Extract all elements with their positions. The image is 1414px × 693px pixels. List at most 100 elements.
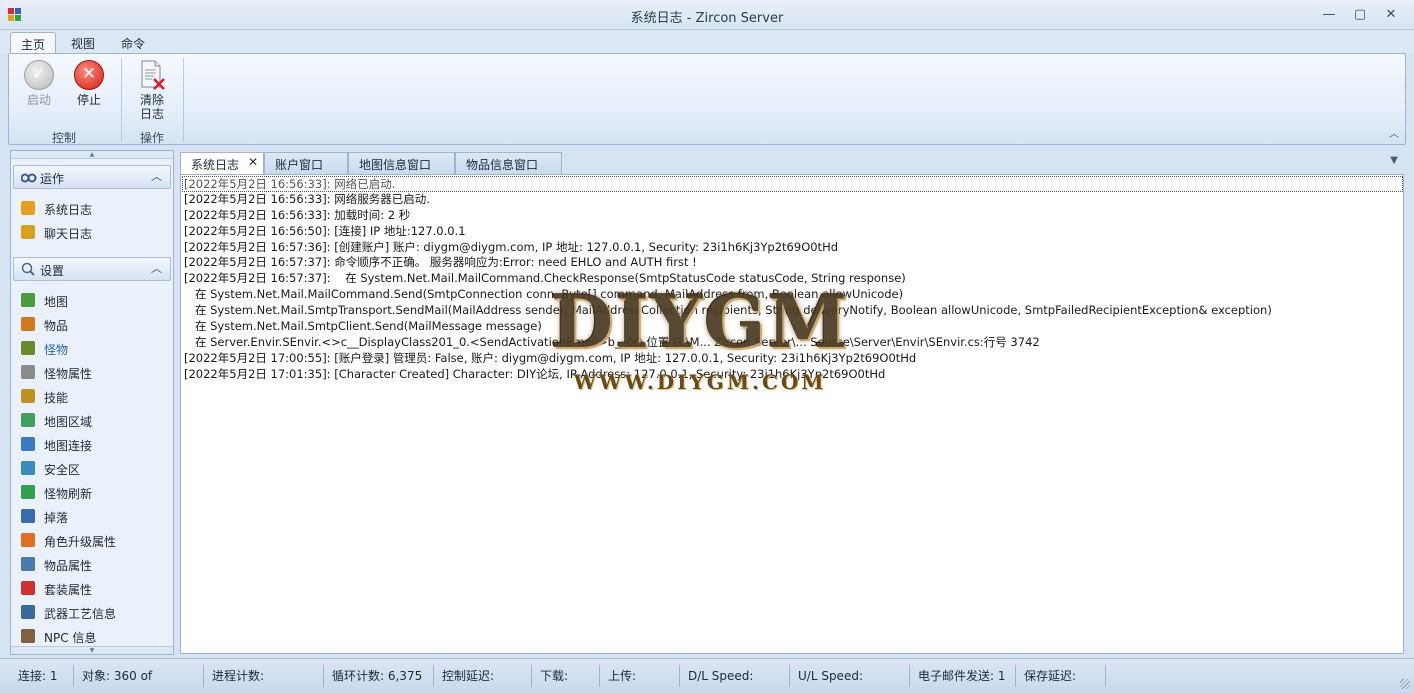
ribbon-tab-command[interactable]: 命令 xyxy=(110,32,156,54)
group-label-operation: 操作 xyxy=(139,131,164,145)
nav-item-label: 系统日志 xyxy=(44,203,93,217)
log-line[interactable]: [2022年5月2日 16:57:37]: 命令顺序不正确。 服务器响应为:Er… xyxy=(184,255,1403,271)
log-line[interactable]: [2022年5月2日 17:01:35]: [Character Created… xyxy=(184,367,1403,383)
nav-item-label: 地图区域 xyxy=(44,415,93,429)
nav-item[interactable]: 技能 xyxy=(17,386,167,406)
log-line[interactable]: [2022年5月2日 17:00:55]: [账户登录] 管理员: False,… xyxy=(184,351,1403,367)
map-icon xyxy=(21,293,35,307)
nav-item-label: 怪物 xyxy=(44,343,69,357)
nav-item[interactable]: 武器工艺信息 xyxy=(17,602,167,622)
ribbon-tab-home[interactable]: 主页 xyxy=(10,32,56,54)
target-icon xyxy=(21,581,35,595)
box-icon xyxy=(21,317,35,331)
status-item: 循环计数: 6,375 xyxy=(324,665,434,687)
log-line[interactable]: [2022年5月2日 16:56:33]: 网络服务器已启动. xyxy=(184,192,1403,208)
stop-button[interactable]: ✕ 停止 xyxy=(67,60,111,107)
nav-item-label: 角色升级属性 xyxy=(44,535,117,549)
nav-item[interactable]: 掉落 xyxy=(17,506,167,526)
log-line[interactable]: [2022年5月2日 16:57:36]: [创建账户] 账户: diygm@d… xyxy=(184,240,1403,256)
status-item: 连接: 1 xyxy=(10,665,74,687)
log-line[interactable]: 在 Server.Envir.SEnvir.<>c__DisplayClass2… xyxy=(184,335,1403,351)
log-line[interactable]: 在 System.Net.Mail.SmtpClient.Send(MailMe… xyxy=(184,319,1403,335)
font-icon xyxy=(21,225,35,239)
wand-icon xyxy=(21,389,35,403)
nav-item[interactable]: 安全区 xyxy=(17,458,167,478)
navigation-pane: ▲ 运作 ︿ 系统日志聊天日志 设置 ︿ 地图物品怪物怪物属性技能地图区域地图连… xyxy=(10,150,174,655)
nav-item-label: 物品 xyxy=(44,319,69,333)
tab-system-log[interactable]: 系统日志 ✕ xyxy=(180,152,264,175)
start-button[interactable]: ✓ 启动 xyxy=(17,60,61,107)
nav-item[interactable]: 地图连接 xyxy=(17,434,167,454)
log-line[interactable]: 在 System.Net.Mail.MailCommand.Send(SmtpC… xyxy=(184,287,1403,303)
person-icon xyxy=(21,629,35,643)
close-button[interactable]: ✕ xyxy=(1380,5,1402,25)
nav-item[interactable]: 怪物 xyxy=(17,338,167,358)
minimize-button[interactable]: — xyxy=(1318,5,1340,25)
stop-icon: ✕ xyxy=(74,60,104,90)
window-title: 系统日志 - Zircon Server xyxy=(630,11,784,26)
nav-item-label: 物品属性 xyxy=(44,559,93,573)
chevron-up-icon[interactable]: ︿ xyxy=(151,260,162,276)
chart-icon xyxy=(21,461,35,475)
nav-item-label: 怪物刷新 xyxy=(44,487,93,501)
nav-item[interactable]: 聊天日志 xyxy=(17,222,167,242)
close-tab-icon[interactable]: ✕ xyxy=(248,155,258,169)
log-line[interactable]: [2022年5月2日 16:56:33]: 网络已启动. xyxy=(182,176,1403,192)
checkmark-icon: ✓ xyxy=(24,60,54,90)
nav-item-label: 套装属性 xyxy=(44,583,93,597)
nav-item[interactable]: 系统日志 xyxy=(17,198,167,218)
nav-group-run-label: 运作 xyxy=(40,172,65,186)
chevron-up-icon[interactable]: ︿ xyxy=(151,168,162,184)
nav-item[interactable]: NPC 信息 xyxy=(17,626,167,646)
maximize-button[interactable]: ▢ xyxy=(1349,5,1371,25)
status-item: 下载: 9KB xyxy=(532,665,600,693)
nav-scroll-up[interactable]: ▲ xyxy=(11,151,173,159)
log-line[interactable]: [2022年5月2日 16:57:37]: 在 System.Net.Mail.… xyxy=(184,271,1403,287)
nav-item-label: 武器工艺信息 xyxy=(44,607,117,621)
nav-item[interactable]: 物品 xyxy=(17,314,167,334)
link-icon xyxy=(21,437,35,451)
nav-item-label: 安全区 xyxy=(44,463,81,477)
nav-item[interactable]: 物品属性 xyxy=(17,554,167,574)
bug-icon xyxy=(21,341,35,355)
nav-item-label: 地图连接 xyxy=(44,439,93,453)
nav-item[interactable]: 套装属性 xyxy=(17,578,167,598)
magnifier-icon xyxy=(21,262,35,279)
gears-icon xyxy=(20,172,37,186)
log-line[interactable]: [2022年5月2日 16:56:50]: [连接] IP 地址:127.0.0… xyxy=(184,224,1403,240)
nav-item[interactable]: 地图区域 xyxy=(17,410,167,430)
log-line[interactable]: [2022年5月2日 16:56:33]: 加载时间: 2 秒 xyxy=(184,208,1403,224)
nav-item[interactable]: 怪物刷新 xyxy=(17,482,167,502)
bars-icon xyxy=(21,533,35,547)
nav-group-run[interactable]: 运作 ︿ xyxy=(13,165,171,189)
nav-group-settings-label: 设置 xyxy=(40,264,65,278)
system-log-list[interactable]: [2022年5月2日 16:56:33]: 网络已启动. [2022年5月2日 1… xyxy=(180,174,1404,654)
group-label-control: 控制 xyxy=(51,131,76,145)
tab-item-info-window[interactable]: 物品信息窗口 xyxy=(455,152,562,174)
region-icon xyxy=(21,413,35,427)
collapse-ribbon-icon[interactable]: ︿ xyxy=(1389,125,1399,140)
tab-list-dropdown-icon[interactable]: ▼ xyxy=(1390,155,1398,166)
resize-grip-icon[interactable] xyxy=(1400,679,1410,689)
tab-map-info-window[interactable]: 地图信息窗口 xyxy=(348,152,455,174)
status-item: D/L Speed: 0Bps xyxy=(680,665,790,693)
nav-group-settings[interactable]: 设置 ︿ xyxy=(13,257,171,281)
status-item: 进程计数: 2,286,471 xyxy=(204,665,324,693)
ribbon-tabs: 主页 视图 命令 xyxy=(0,30,1414,54)
tab-system-log-label: 系统日志 xyxy=(191,158,240,172)
nav-scroll-down[interactable]: ▼ xyxy=(11,646,173,654)
nav-item[interactable]: 角色升级属性 xyxy=(17,530,167,550)
clear-document-icon xyxy=(139,60,165,90)
nav-item[interactable]: 怪物属性 xyxy=(17,362,167,382)
clear-log-button[interactable]: 清除 日志 xyxy=(130,60,174,121)
ribbon-tab-view[interactable]: 视图 xyxy=(60,32,106,54)
group-separator xyxy=(183,58,184,142)
title-bar: 系统日志 - Zircon Server — ▢ ✕ xyxy=(0,0,1414,30)
log-line[interactable]: 在 System.Net.Mail.SmtpTransport.SendMail… xyxy=(184,303,1403,319)
nav-item[interactable]: 地图 xyxy=(17,290,167,310)
tab-account-window[interactable]: 账户窗口 xyxy=(264,152,348,174)
clear-label-1: 清除 xyxy=(139,93,164,107)
document-tabs: 系统日志 ✕ 账户窗口 地图信息窗口 物品信息窗口 ▼ xyxy=(180,150,1406,175)
status-item: 保存延迟: 0ms xyxy=(1016,665,1106,693)
doc-icon xyxy=(21,557,35,571)
